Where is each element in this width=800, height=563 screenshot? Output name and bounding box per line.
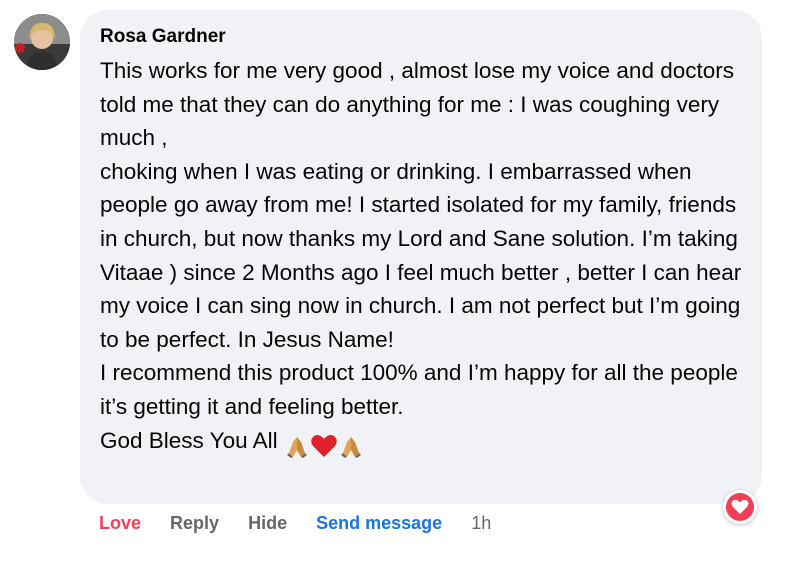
comment-paragraph: choking when I was eating or drinking. I… [100,158,742,352]
folded-hands-icon [286,436,307,458]
comment-author-name[interactable]: Rosa Gardner [100,24,746,50]
comment-bubble: Rosa Gardner This works for me very good… [80,10,762,504]
reply-button[interactable]: Reply [170,513,219,533]
comment-actions: Love Reply Hide Send message 1h [99,511,515,535]
avatar[interactable] [14,14,70,70]
comment-closing: God Bless You All [100,424,746,462]
comment-paragraph: This works for me very good , almost los… [100,58,734,151]
comment-body: This works for me very good , almost los… [100,54,746,461]
comment-closing-text: God Bless You All [100,427,278,453]
hide-button[interactable]: Hide [248,513,287,533]
red-heart-icon [310,434,337,457]
comment-timestamp[interactable]: 1h [471,513,491,533]
love-heart-icon [726,493,754,521]
send-message-button[interactable]: Send message [316,513,442,533]
love-button[interactable]: Love [99,513,141,533]
reaction-badge[interactable] [723,490,757,524]
folded-hands-icon [340,436,361,458]
closing-emojis [284,428,364,462]
comment-paragraph: I recommend this product 100% and I’m ha… [100,360,738,419]
